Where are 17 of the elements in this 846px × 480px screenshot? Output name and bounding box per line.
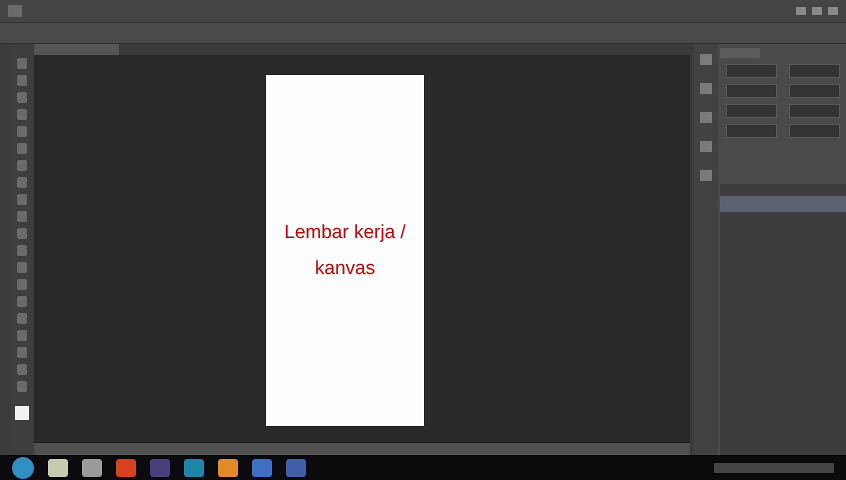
input-field[interactable] <box>789 104 840 118</box>
start-button[interactable] <box>12 456 34 478</box>
layer-row[interactable] <box>720 196 846 212</box>
annotation-label: Lembar kerja / kanvas <box>283 220 407 280</box>
app-icon[interactable] <box>82 458 102 476</box>
app-icon[interactable] <box>48 458 68 476</box>
input-field[interactable] <box>789 84 840 98</box>
app-icon[interactable] <box>218 458 238 476</box>
document-tab[interactable] <box>34 44 119 55</box>
input-field[interactable] <box>726 124 777 138</box>
input-field[interactable] <box>726 64 777 78</box>
input-field[interactable] <box>789 124 840 138</box>
input-field[interactable] <box>726 84 777 98</box>
app-icon[interactable] <box>184 458 204 476</box>
input-field[interactable] <box>789 64 840 78</box>
color-swatch-icon[interactable] <box>15 406 29 420</box>
input-field[interactable] <box>726 104 777 118</box>
